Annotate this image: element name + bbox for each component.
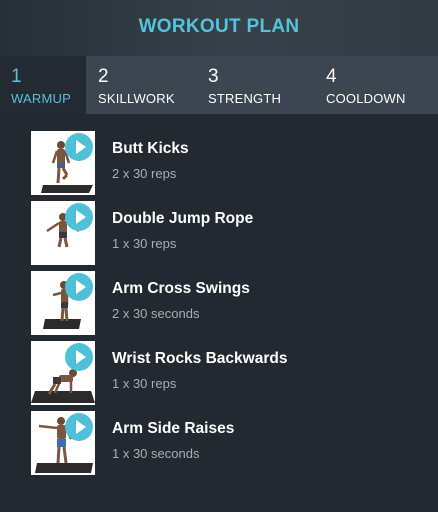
exercise-detail: 1 x 30 reps — [112, 376, 177, 391]
exercise-name: Wrist Rocks Backwards — [112, 350, 288, 367]
exercise-thumbnail — [31, 131, 95, 195]
play-button[interactable] — [65, 343, 93, 371]
exercise-detail: 2 x 30 reps — [112, 166, 177, 181]
tab-number: 4 — [326, 66, 337, 87]
tab-cooldown[interactable]: 4 COOLDOWN — [326, 56, 436, 114]
exercise-thumbnail — [31, 411, 95, 475]
exercise-detail: 1 x 30 reps — [112, 236, 177, 251]
exercise-item-wrist-rocks-backwards[interactable]: Wrist Rocks Backwards 1 x 30 reps — [0, 341, 438, 407]
tab-label: STRENGTH — [208, 91, 282, 106]
exercise-detail: 1 x 30 seconds — [112, 446, 200, 461]
tab-label: COOLDOWN — [326, 91, 406, 106]
exercise-name: Arm Cross Swings — [112, 280, 250, 297]
exercise-detail: 2 x 30 seconds — [112, 306, 200, 321]
tab-label: WARMUP — [11, 91, 71, 106]
tab-skillwork[interactable]: 2 SKILLWORK — [98, 56, 198, 114]
header-bar: WORKOUT PLAN — [0, 0, 438, 56]
tab-number: 1 — [11, 66, 22, 87]
exercise-item-double-jump-rope[interactable]: Double Jump Rope 1 x 30 reps — [0, 201, 438, 267]
exercise-thumbnail — [31, 271, 95, 335]
tab-number: 3 — [208, 66, 219, 87]
page-title: WORKOUT PLAN — [138, 16, 300, 37]
exercise-thumbnail — [31, 201, 95, 265]
tab-strength[interactable]: 3 STRENGTH — [208, 56, 308, 114]
exercise-name: Butt Kicks — [112, 140, 189, 157]
exercise-item-butt-kicks[interactable]: Butt Kicks 2 x 30 reps — [0, 131, 438, 197]
tab-warmup[interactable]: 1 WARMUP — [0, 56, 86, 114]
play-button[interactable] — [65, 133, 93, 161]
play-button[interactable] — [65, 273, 93, 301]
tab-bar: 1 WARMUP 2 SKILLWORK 3 STRENGTH 4 COOLDO… — [0, 56, 438, 114]
tab-number: 2 — [98, 66, 109, 87]
play-button[interactable] — [65, 203, 93, 231]
exercise-name: Arm Side Raises — [112, 420, 235, 437]
play-button[interactable] — [65, 413, 93, 441]
exercise-item-arm-side-raises[interactable]: Arm Side Raises 1 x 30 seconds — [0, 411, 438, 477]
tab-label: SKILLWORK — [98, 91, 175, 106]
exercise-item-arm-cross-swings[interactable]: Arm Cross Swings 2 x 30 seconds — [0, 271, 438, 337]
exercise-name: Double Jump Rope — [112, 210, 254, 227]
exercise-thumbnail — [31, 341, 95, 405]
